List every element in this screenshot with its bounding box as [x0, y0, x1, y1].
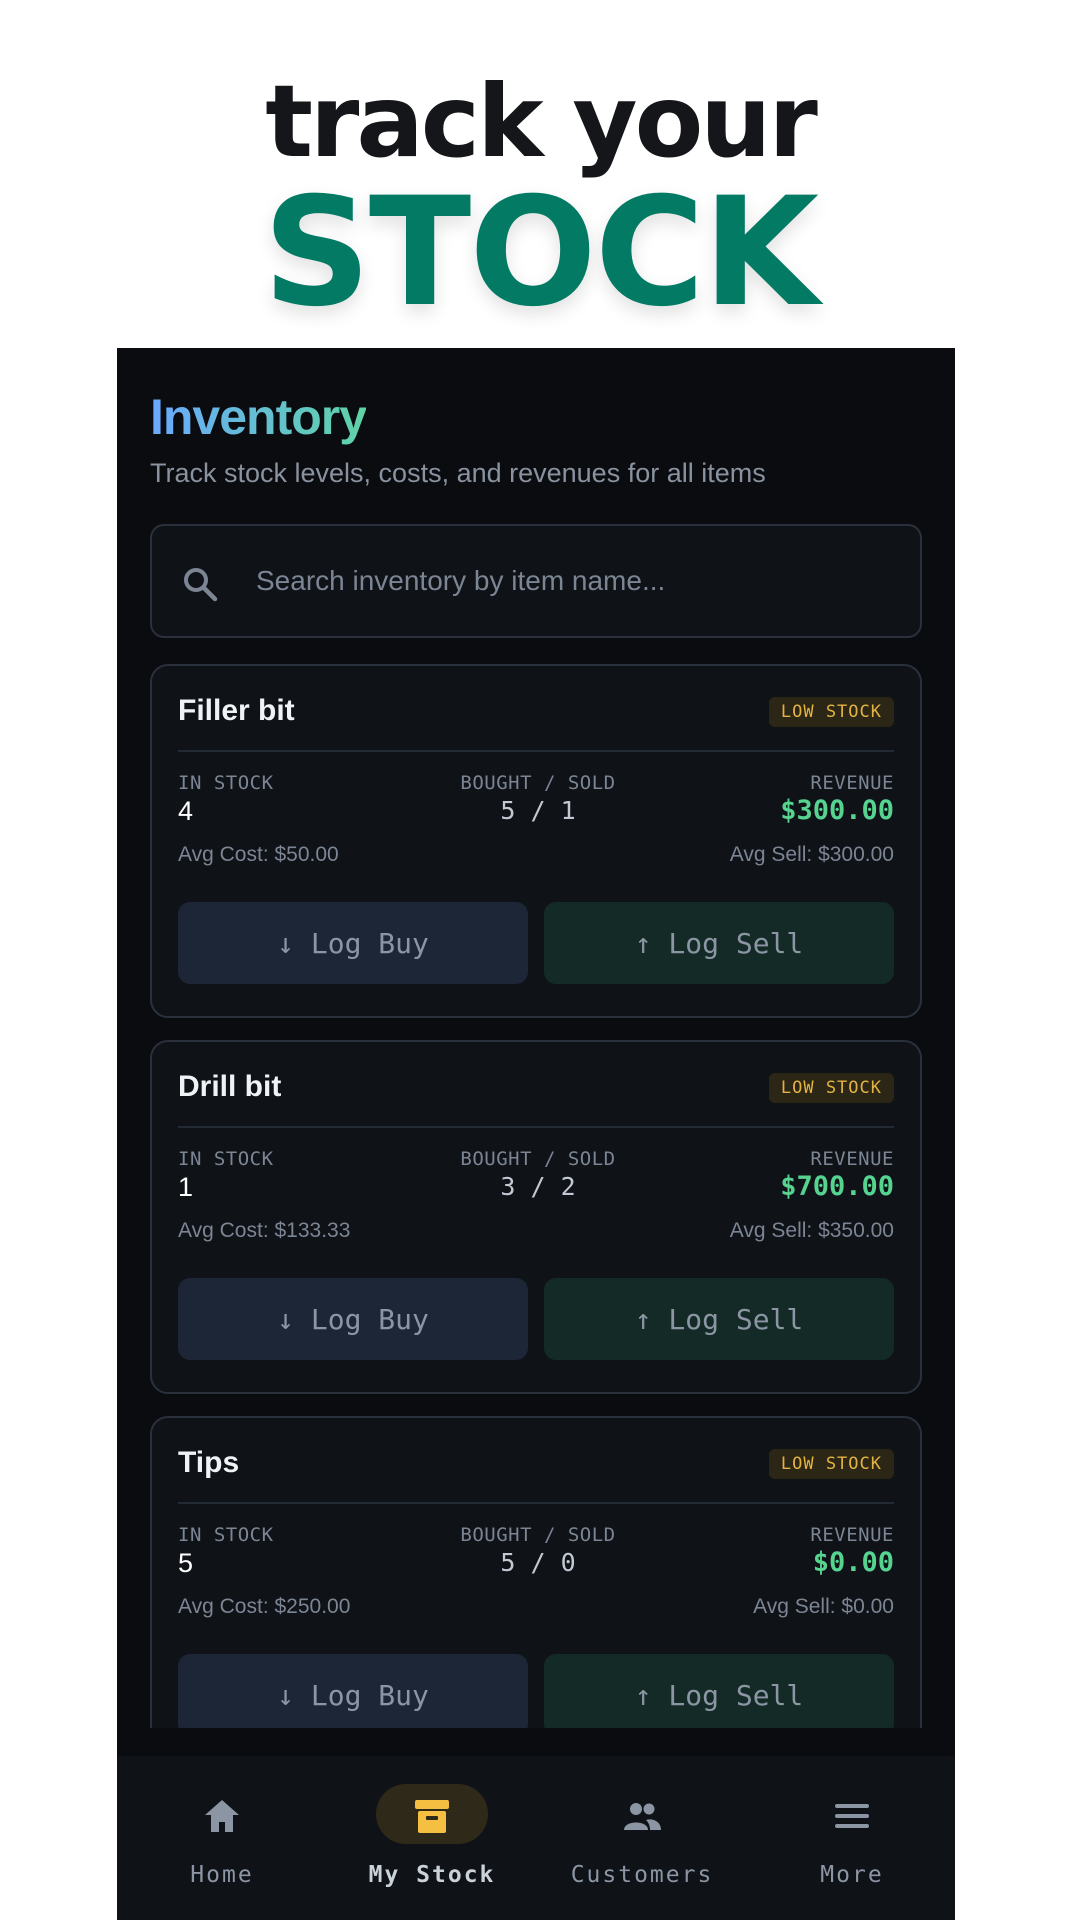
log-buy-button[interactable]: ↓ Log Buy: [178, 902, 528, 984]
revenue-value: $300.00: [780, 795, 894, 826]
card-divider: [178, 1126, 894, 1128]
page-subtitle: Track stock levels, costs, and revenues …: [150, 458, 766, 488]
avg-cost: Avg Cost: $50.00: [178, 843, 339, 866]
archive-box-icon: [415, 1800, 449, 1833]
home-icon: [205, 1800, 239, 1832]
nav-label: My Stock: [368, 1862, 496, 1888]
inventory-card: Tips LOW STOCK IN STOCK BOUGHT / SOLD RE…: [150, 1416, 922, 1728]
bought-sold-label: BOUGHT / SOLD: [460, 1148, 616, 1170]
log-buy-button[interactable]: ↓ Log Buy: [178, 1278, 528, 1360]
item-name: Tips: [178, 1446, 240, 1479]
revenue-label: REVENUE: [810, 1524, 894, 1546]
search-box[interactable]: [150, 524, 922, 638]
search-input[interactable]: [256, 556, 896, 606]
revenue-label: REVENUE: [810, 1148, 894, 1170]
item-name: Drill bit: [178, 1070, 282, 1103]
people-icon: [624, 1803, 661, 1830]
nav-item-home[interactable]: Home: [117, 1756, 327, 1920]
avg-sell: Avg Sell: $0.00: [753, 1595, 894, 1618]
bought-sold-label: BOUGHT / SOLD: [460, 1524, 616, 1546]
avg-cost: Avg Cost: $250.00: [178, 1595, 351, 1618]
revenue-label: REVENUE: [810, 772, 894, 794]
log-sell-button[interactable]: ↑ Log Sell: [544, 1654, 894, 1728]
search-icon: [184, 568, 218, 602]
avg-cost: Avg Cost: $133.33: [178, 1219, 351, 1242]
log-sell-button[interactable]: ↑ Log Sell: [544, 1278, 894, 1360]
app-screen: Inventory Track stock levels, costs, and…: [117, 348, 955, 1920]
inventory-card: Filler bit LOW STOCK IN STOCK BOUGHT / S…: [150, 664, 922, 1018]
card-divider: [178, 750, 894, 752]
item-name: Filler bit: [178, 694, 295, 727]
bought-sold-label: BOUGHT / SOLD: [460, 772, 616, 794]
bought-sold-value: 5 / 0: [500, 1548, 576, 1577]
avg-sell: Avg Sell: $350.00: [729, 1219, 894, 1242]
hero-tagline: track your: [265, 63, 818, 180]
low-stock-badge: LOW STOCK: [768, 697, 894, 727]
page-title: Inventory: [150, 389, 367, 445]
revenue-value: $0.00: [812, 1547, 894, 1578]
log-sell-button[interactable]: ↑ Log Sell: [544, 902, 894, 984]
nav-item-my-stock[interactable]: My Stock: [327, 1756, 537, 1920]
menu-icon: [835, 1804, 869, 1828]
bottom-nav: Home My Stock Customers More: [117, 1756, 955, 1920]
low-stock-badge: LOW STOCK: [768, 1073, 894, 1103]
low-stock-badge: LOW STOCK: [768, 1449, 894, 1479]
nav-label: Customers: [570, 1862, 714, 1888]
inventory-scroll-area[interactable]: Inventory Track stock levels, costs, and…: [117, 348, 955, 1728]
nav-item-customers[interactable]: Customers: [537, 1756, 747, 1920]
hero-headline: STOCK: [262, 166, 819, 340]
avg-sell: Avg Sell: $300.00: [729, 843, 894, 866]
nav-item-more[interactable]: More: [747, 1756, 955, 1920]
nav-label: Home: [190, 1862, 254, 1888]
nav-label: More: [820, 1862, 884, 1888]
log-buy-button[interactable]: ↓ Log Buy: [178, 1654, 528, 1728]
revenue-value: $700.00: [780, 1171, 894, 1202]
card-divider: [178, 1502, 894, 1504]
hero-banner: track your STOCK: [0, 0, 1080, 348]
inventory-card: Drill bit LOW STOCK IN STOCK BOUGHT / SO…: [150, 1040, 922, 1394]
